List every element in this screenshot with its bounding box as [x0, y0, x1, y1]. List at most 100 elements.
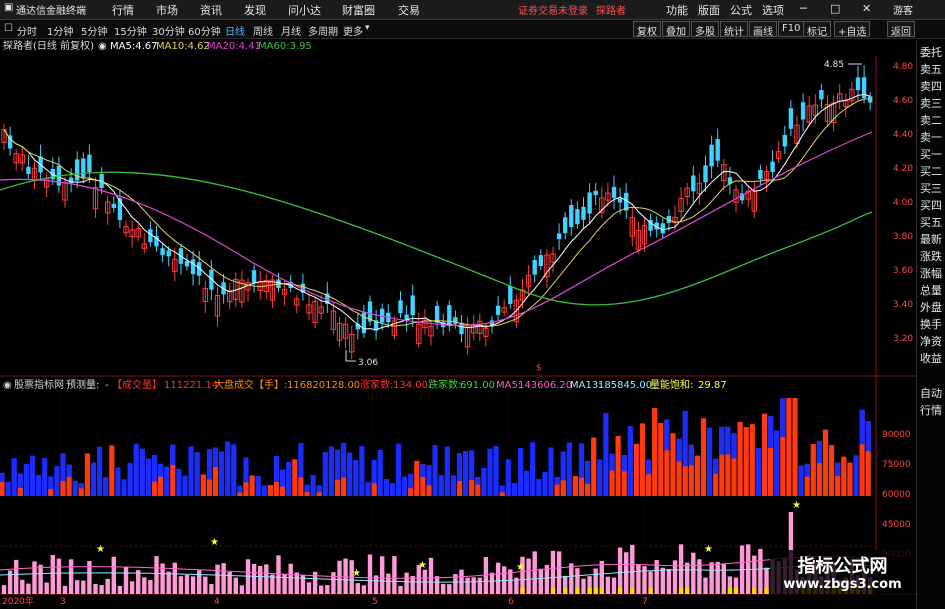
date-tick-year: 2020年 — [2, 597, 34, 607]
sub-indicator-bar — [111, 556, 116, 594]
sub-indicator-bar — [172, 562, 177, 594]
volume-bar-overlay — [280, 486, 286, 496]
candle-body — [563, 217, 568, 234]
volume-bar — [829, 445, 835, 496]
sub-indicator-bar — [404, 572, 409, 594]
price-tick: 4.20 — [893, 164, 914, 174]
volume-bar-overlay — [60, 481, 66, 496]
volume-value: 111221.14 — [164, 380, 219, 391]
side-tab-ask2[interactable]: 卖二 — [917, 112, 945, 129]
side-tab-ask1[interactable]: 卖一 — [917, 129, 945, 146]
sub-indicator-bar — [617, 547, 623, 594]
side-tab-auto[interactable]: 自动 — [917, 385, 945, 402]
volume-bar-overlay — [170, 444, 176, 466]
price-tick: 4.80 — [893, 62, 914, 72]
sub-indicator-base — [563, 588, 568, 594]
volume-bar — [188, 446, 194, 496]
decliners-value: 691.00 — [460, 380, 495, 391]
vol-ma13-label: MA13: — [570, 380, 602, 391]
sub-indicator-bar — [465, 577, 470, 594]
volume-bar — [530, 442, 536, 496]
sub-indicator-bar — [441, 583, 446, 594]
sub-indicator-bar — [258, 565, 263, 594]
candle-body — [166, 250, 171, 257]
market-volume-label: 大盘成交【手】: — [214, 380, 288, 391]
volume-bar-overlay — [731, 433, 737, 459]
candle-body — [251, 270, 257, 284]
sub-indicator-bar — [117, 585, 123, 594]
volume-bar — [109, 445, 115, 496]
volume-bar — [487, 448, 493, 496]
side-tab-total-volume[interactable]: 总量 — [917, 282, 945, 299]
side-tab-quotes[interactable]: 行情 — [917, 402, 945, 419]
sub-indicator-bar — [93, 584, 98, 594]
side-tab-change[interactable]: 涨跌 — [917, 248, 945, 265]
side-tab-change-pct[interactable]: 涨幅 — [917, 265, 945, 282]
sub-indicator-bar — [233, 577, 238, 594]
volume-bar — [798, 465, 804, 496]
candle-body — [788, 108, 794, 129]
volume-bar-overlay — [420, 464, 426, 477]
candle-body — [459, 322, 464, 335]
sub-indicator-base — [617, 588, 623, 594]
side-tab-ask5[interactable]: 卖五 — [917, 61, 945, 78]
sub-indicator-bar — [14, 559, 19, 594]
volume-bar-overlay — [688, 444, 694, 466]
price-tick: 4.40 — [893, 130, 914, 140]
indicator-name[interactable]: 股票指标网 — [14, 379, 64, 393]
volume-bar-overlay — [426, 485, 432, 496]
volume-bar — [841, 456, 847, 496]
side-tab-net-asset[interactable]: 净资 — [917, 333, 945, 350]
side-tab-bid1[interactable]: 买一 — [917, 146, 945, 163]
indicator-settings-icon[interactable]: ◉ — [3, 379, 12, 393]
chart-canvas[interactable]: $ ★ ★ ★ ★ ★ ★ ★ — [0, 0, 945, 609]
volume-bar — [493, 445, 499, 496]
watermark-url: www.zbgs3.com — [783, 577, 902, 592]
side-tab-turnover[interactable]: 换手 — [917, 316, 945, 333]
volume-bar — [219, 451, 225, 496]
volume-bar — [347, 452, 353, 496]
side-tab-latest[interactable]: 最新 — [917, 231, 945, 248]
side-tab-outer[interactable]: 外盘 — [917, 299, 945, 316]
volume-bar-overlay — [66, 464, 72, 478]
volume-bar — [658, 422, 664, 496]
side-tab-entrust[interactable]: 委托 — [917, 44, 945, 61]
side-tab-bid3[interactable]: 买三 — [917, 180, 945, 197]
candle-body — [495, 305, 501, 315]
sub-indicator-base — [648, 588, 653, 594]
candle-body — [361, 312, 367, 334]
sub-indicator-bar — [99, 584, 104, 594]
sub-indicator-bar — [239, 585, 245, 594]
volume-bar-overlay — [371, 483, 377, 496]
vol-ma5-value: 143606.20 — [518, 380, 573, 391]
star-marker: ★ — [418, 560, 427, 571]
star-marker: ★ — [352, 568, 361, 579]
sub-indicator-base — [752, 588, 757, 594]
sub-indicator-bar — [624, 552, 629, 594]
sub-indicator-bar — [611, 577, 617, 594]
volume-bar — [566, 442, 572, 496]
sub-indicator-bar — [550, 550, 556, 594]
sub-indicator-bar — [87, 561, 92, 594]
side-tab-bid5[interactable]: 买五 — [917, 214, 945, 231]
sub-indicator-base — [599, 588, 604, 594]
side-tab-earnings[interactable]: 收益 — [917, 350, 945, 367]
watermark-badge: 指标公式网 www.zbgs3.com — [770, 550, 915, 598]
side-tab-bid4[interactable]: 买四 — [917, 197, 945, 214]
sub-indicator-bar — [288, 563, 293, 594]
side-tab-bid2[interactable]: 买二 — [917, 163, 945, 180]
star-marker: ★ — [96, 544, 105, 555]
star-marker: ★ — [792, 500, 801, 511]
sub-indicator-bar — [691, 552, 696, 594]
volume-bar — [627, 426, 633, 496]
sub-indicator-base — [733, 588, 739, 594]
volume-bar-overlay — [621, 455, 627, 472]
volume-bar — [389, 483, 395, 496]
sub-indicator-bar — [276, 555, 281, 594]
sub-indicator-bar — [105, 578, 110, 594]
candle-body — [770, 161, 775, 173]
side-tab-ask3[interactable]: 卖三 — [917, 95, 945, 112]
volume-bar-overlay — [212, 447, 219, 468]
sub-indicator-bar — [184, 574, 190, 594]
side-tab-ask4[interactable]: 卖四 — [917, 78, 945, 95]
